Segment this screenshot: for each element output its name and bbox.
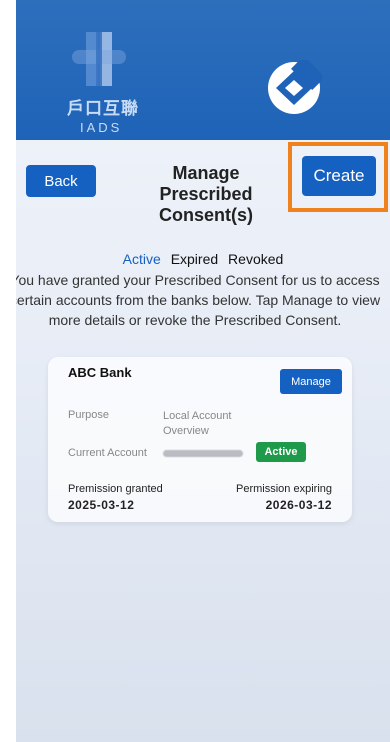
app-screen: 戶口互聯 IADS Back Manage Prescribed Consent…: [16, 0, 390, 742]
tab-active[interactable]: Active: [123, 251, 161, 267]
expiring-date: 2026-03-12: [265, 498, 332, 512]
app-header: 戶口互聯 IADS: [16, 0, 390, 140]
tab-revoked[interactable]: Revoked: [228, 251, 283, 267]
bank-name: ABC Bank: [68, 365, 132, 380]
create-button-highlight: Create: [288, 142, 388, 212]
expiring-label: Permission expiring: [236, 483, 332, 495]
bank-logo-icon: [268, 60, 322, 114]
iads-emblem-icon: [72, 32, 126, 86]
tab-expired[interactable]: Expired: [171, 251, 218, 267]
page-title: Manage Prescribed Consent(s): [159, 163, 253, 225]
consent-tabs: Active Expired Revoked: [16, 251, 390, 267]
logo-chinese-text: 戶口互聯: [67, 99, 139, 119]
logo-english-text: IADS: [80, 120, 123, 135]
granted-label: Premission granted: [68, 483, 163, 495]
purpose-label: Purpose: [68, 409, 109, 421]
create-button[interactable]: Create: [302, 156, 376, 196]
consent-description: You have granted your Prescribed Consent…: [16, 272, 381, 328]
masked-account-number: [163, 450, 243, 457]
consent-card: ABC Bank Manage Purpose Local Account Ov…: [48, 357, 352, 522]
iads-logo: 戶口互聯 IADS: [64, 28, 156, 138]
manage-button[interactable]: Manage: [280, 369, 342, 394]
account-type-label: Current Account: [68, 447, 147, 459]
granted-date: 2025-03-12: [68, 498, 135, 512]
status-badge: Active: [256, 442, 306, 462]
purpose-value: Local Account Overview: [163, 410, 232, 437]
back-button[interactable]: Back: [26, 165, 96, 197]
